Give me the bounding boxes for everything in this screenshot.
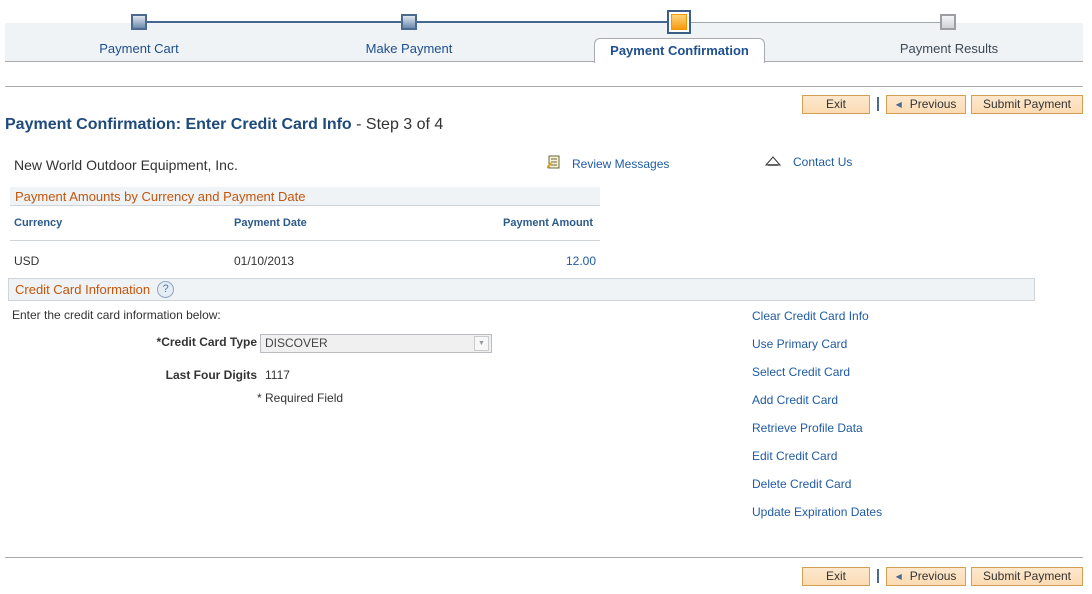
clear-credit-card-info-link[interactable]: Clear Credit Card Info — [752, 309, 882, 337]
help-icon[interactable]: ? — [157, 281, 175, 298]
company-name: New World Outdoor Equipment, Inc. — [14, 157, 238, 173]
exit-button[interactable]: Exit — [802, 94, 870, 114]
divider-top — [5, 86, 1083, 87]
use-primary-card-link[interactable]: Use Primary Card — [752, 337, 882, 365]
previous-button-label: Previous — [909, 97, 957, 111]
train-stop-payment-cart[interactable] — [131, 14, 147, 30]
train-stop-payment-results — [940, 14, 956, 30]
credit-card-type-select[interactable]: DISCOVER ▼ — [260, 334, 492, 353]
cell-payment-date: 01/10/2013 — [234, 254, 295, 268]
retrieve-profile-data-link[interactable]: Retrieve Profile Data — [752, 421, 882, 449]
required-field-note: * Required Field — [257, 391, 344, 405]
column-header-payment-amount: Payment Amount — [503, 217, 594, 229]
column-header-currency: Currency — [14, 217, 63, 229]
divider-bottom — [5, 557, 1083, 558]
train-stop-make-payment[interactable] — [401, 14, 417, 30]
train-stop-payment-confirmation — [667, 10, 691, 34]
contact-us-link[interactable]: Contact Us — [764, 155, 853, 169]
credit-card-type-value: DISCOVER — [265, 336, 328, 350]
previous-button[interactable]: ◀ Previous — [886, 94, 966, 114]
submit-payment-button-bottom[interactable]: Submit Payment — [971, 566, 1083, 586]
top-button-bar: Exit ◀ Previous Submit Payment — [802, 94, 1083, 114]
button-separator — [877, 569, 879, 583]
add-credit-card-link[interactable]: Add Credit Card — [752, 393, 882, 421]
train-label-make-payment[interactable]: Make Payment — [309, 41, 509, 56]
contact-us-icon — [764, 155, 782, 169]
train-label-payment-cart[interactable]: Payment Cart — [39, 41, 239, 56]
grid-divider — [10, 240, 600, 241]
delete-credit-card-link[interactable]: Delete Credit Card — [752, 477, 882, 505]
page-title-text: Payment Confirmation: Enter Credit Card … — [5, 116, 352, 133]
review-messages-icon — [546, 155, 560, 172]
payment-grid-title: Payment Amounts by Currency and Payment … — [10, 187, 600, 206]
train-label-payment-results: Payment Results — [899, 41, 999, 56]
submit-button-label: Submit Payment — [982, 569, 1072, 583]
button-separator — [877, 97, 879, 111]
review-messages-link[interactable]: Review Messages — [546, 155, 670, 172]
credit-card-instructions: Enter the credit card information below: — [12, 308, 221, 322]
credit-card-section-header: Credit Card Information ? — [8, 278, 1035, 301]
submit-button-label: Submit Payment — [982, 97, 1072, 111]
credit-card-type-label: *Credit Card Type — [156, 335, 257, 349]
exit-button-label: Exit — [825, 569, 846, 583]
current-stop-marker — [671, 14, 687, 30]
train-stop-nav: Payment Cart Make Payment Payment Confir… — [5, 0, 1083, 63]
previous-button-bottom[interactable]: ◀ Previous — [886, 566, 966, 586]
credit-card-section-title: Credit Card Information — [15, 282, 151, 297]
select-credit-card-link[interactable]: Select Credit Card — [752, 365, 882, 393]
train-label-payment-confirmation: Payment Confirmation — [594, 38, 765, 63]
chevron-down-icon: ▼ — [474, 336, 489, 351]
submit-payment-button[interactable]: Submit Payment — [971, 94, 1083, 114]
review-messages-label: Review Messages — [572, 156, 670, 171]
last-four-digits-label: Last Four Digits — [165, 368, 257, 382]
cell-payment-amount[interactable]: 12.00 — [566, 254, 596, 268]
credit-card-actions: Clear Credit Card Info Use Primary Card … — [752, 309, 882, 533]
edit-credit-card-link[interactable]: Edit Credit Card — [752, 449, 882, 477]
last-four-digits-value: 1117 — [265, 368, 290, 382]
train-line-pending — [680, 22, 950, 23]
chevron-left-icon: ◀ — [895, 99, 902, 109]
cell-currency: USD — [14, 254, 40, 268]
previous-button-label: Previous — [909, 569, 957, 583]
column-header-payment-date: Payment Date — [234, 217, 307, 229]
page-title: Payment Confirmation: Enter Credit Card … — [5, 116, 443, 134]
bottom-button-bar: Exit ◀ Previous Submit Payment — [802, 566, 1083, 586]
exit-button-bottom[interactable]: Exit — [802, 566, 870, 586]
step-indicator: - Step 3 of 4 — [351, 116, 444, 133]
contact-us-label: Contact Us — [793, 155, 853, 169]
update-expiration-dates-link[interactable]: Update Expiration Dates — [752, 505, 882, 533]
exit-button-label: Exit — [825, 97, 846, 111]
chevron-left-icon: ◀ — [895, 571, 902, 581]
